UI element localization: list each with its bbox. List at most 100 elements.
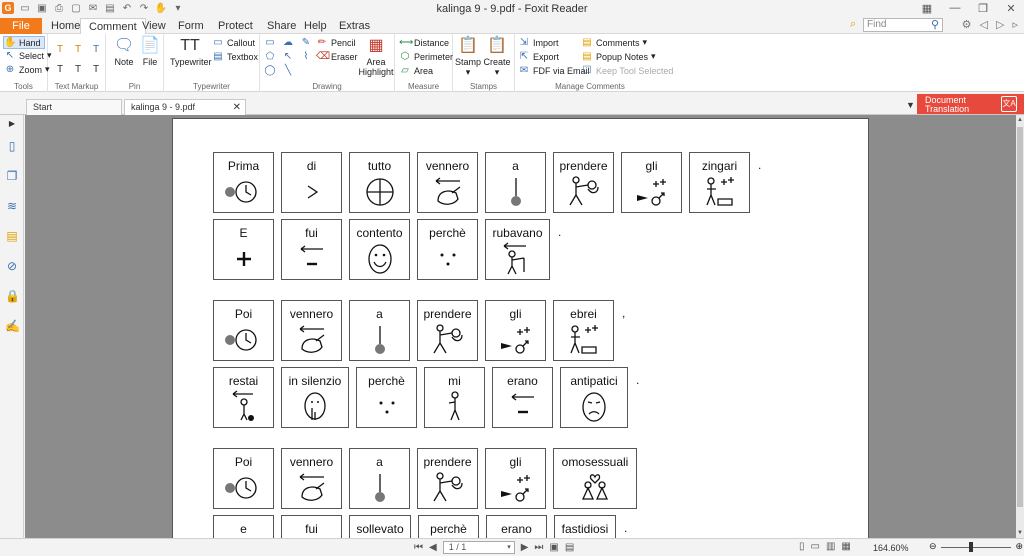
pages-icon[interactable]: ❐ (5, 169, 19, 183)
polyline-icon[interactable]: ⌇ (300, 51, 312, 62)
document-canvas[interactable]: Prima di tutto vennero a prendere gli zingari. E… (25, 115, 1016, 538)
tab-protect[interactable]: Protect (210, 18, 261, 34)
open-icon[interactable]: ▭ (19, 2, 31, 14)
strikeout-icon[interactable]: T (54, 64, 66, 75)
continuous-facing-icon[interactable]: ▦ (841, 541, 850, 552)
ribbon-toggle-icon[interactable]: ▦ (920, 2, 934, 15)
hand-tool-button[interactable]: ✋ Hand (3, 36, 45, 49)
export-button[interactable]: ⇱ Export (518, 51, 559, 62)
new-icon[interactable]: ▢ (70, 2, 82, 14)
zoom-slider-knob[interactable] (969, 542, 973, 552)
next-icon[interactable]: ▹ (1012, 18, 1018, 31)
tab-help[interactable]: Help (296, 18, 335, 34)
zoom-in-icon[interactable]: ⊕ (1015, 541, 1023, 552)
pencil-button[interactable]: ✏ Pencil (316, 37, 356, 48)
perimeter-button[interactable]: ⬡ Perimeter (399, 51, 453, 62)
print-icon[interactable]: ⎙ (53, 2, 65, 14)
zoom-out-icon[interactable]: ⊖ (929, 541, 937, 552)
replace-text-icon[interactable]: T (72, 64, 84, 75)
back-icon[interactable]: ◁ (980, 18, 988, 31)
first-page-icon[interactable]: ⏮ (414, 542, 423, 553)
eraser-button[interactable]: ⌫ Eraser (316, 51, 358, 62)
zoom-slider[interactable]: ⊖ ⊕ (929, 541, 1023, 554)
sad-face-symbol-icon (561, 390, 627, 423)
next-page-icon[interactable]: ▶ (521, 542, 529, 553)
squiggly-icon[interactable]: T (72, 44, 84, 55)
distance-button[interactable]: ⟷ Distance (399, 37, 449, 48)
restore-icon[interactable]: ❐ (976, 2, 990, 15)
document-translation-button[interactable]: Document Translation 文A (917, 94, 1024, 114)
select-tool-button[interactable]: ↖ Select ▾ (4, 50, 52, 61)
scroll-up-icon[interactable]: ▲ (1016, 117, 1024, 123)
zoom-level[interactable]: 164.60% (873, 543, 909, 553)
hand-tool-icon[interactable]: ✋ (155, 2, 167, 14)
settings-gear-icon[interactable]: ⚙ (962, 18, 972, 31)
foxit-app-icon[interactable]: G (2, 2, 14, 14)
search-icon[interactable]: ⚲ (931, 18, 939, 31)
last-page-icon[interactable]: ⏭ (534, 542, 543, 553)
redo-icon[interactable]: ↷ (138, 2, 150, 14)
zoom-tool-button[interactable]: ⊕ Zoom ▾ (4, 64, 50, 75)
line-icon[interactable]: ╲ (282, 65, 294, 76)
area-highlight-button[interactable]: ▦ Area Highlight (358, 36, 394, 77)
signature-icon[interactable]: ✍ (5, 319, 20, 333)
highlight-icon[interactable]: T (54, 44, 66, 55)
page-number-input[interactable]: 1 / 1 ▾ (442, 541, 515, 554)
comments-panel-icon[interactable]: ▤ (5, 229, 19, 243)
fdf-email-icon: ✉ (519, 65, 529, 76)
people-plus-symbol-icon (554, 323, 613, 356)
close-icon[interactable]: ✕ (1004, 2, 1018, 15)
stamp-button[interactable]: 📋 Stamp ▾ (453, 36, 483, 77)
tab-extras[interactable]: Extras (331, 18, 378, 34)
callout-button[interactable]: ▭ Callout (212, 37, 255, 48)
fit-width-icon[interactable]: ▤ (565, 542, 574, 553)
create-stamp-button[interactable]: 📋 Create ▾ (481, 36, 513, 77)
vertical-scrollbar[interactable]: ▲ ▼ (1016, 115, 1024, 538)
undo-icon[interactable]: ↶ (121, 2, 133, 14)
tab-document[interactable]: kalinga 9 - 9.pdf ✕ (124, 99, 246, 115)
fit-page-icon[interactable]: ▣ (549, 542, 558, 553)
scroll-down-icon[interactable]: ▼ (1016, 530, 1024, 536)
textbox-button[interactable]: ▤ Textbox (212, 51, 258, 62)
tab-form[interactable]: Form (170, 18, 212, 34)
rectangle-icon[interactable]: ▭ (264, 37, 276, 48)
arrow-icon[interactable]: ↖ (282, 51, 294, 62)
area-button[interactable]: ▱ Area (399, 65, 433, 76)
tab-start[interactable]: Start (26, 99, 122, 115)
single-page-icon[interactable]: ▯ (799, 541, 805, 552)
fdf-email-button[interactable]: ✉ FDF via Email (518, 65, 590, 76)
folder-search-icon[interactable]: ⌕ (850, 18, 856, 31)
file-menu[interactable]: File (0, 18, 42, 34)
cloud-icon[interactable]: ☁ (282, 37, 294, 48)
continuous-icon[interactable]: ▭ (811, 541, 820, 552)
file-attach-icon: 📄 (140, 37, 160, 54)
facing-icon[interactable]: ▥ (826, 541, 835, 552)
tab-view[interactable]: View (134, 18, 174, 34)
polygon-icon[interactable]: ⬠ (264, 51, 276, 62)
save-icon[interactable]: ▣ (36, 2, 48, 14)
underline-icon[interactable]: T (90, 44, 102, 55)
import-button[interactable]: ⇲ Import (518, 37, 559, 48)
keep-tool-selected-checkbox[interactable]: ☐ Keep Tool Selected (581, 65, 674, 76)
typewriter-button[interactable]: TT Typewriter (170, 36, 212, 67)
layers-icon[interactable]: ≋ (5, 199, 19, 213)
scan-icon[interactable]: ▤ (104, 2, 116, 14)
close-tab-icon[interactable]: ✕ (233, 100, 241, 115)
insert-text-icon[interactable]: T (90, 64, 102, 75)
security-lock-icon[interactable]: 🔒 (5, 289, 20, 303)
pen-icon[interactable]: ✎ (300, 37, 312, 48)
previous-page-icon[interactable]: ◀ (429, 542, 437, 553)
customize-dropdown-icon[interactable]: ▾ (172, 2, 184, 14)
minimize-icon[interactable]: — (948, 2, 962, 15)
tab-list-dropdown-icon[interactable]: ▼ (906, 100, 915, 110)
comments-dropdown[interactable]: ▤ Comments ▾ (581, 37, 647, 48)
expand-panel-icon[interactable]: ▶ (5, 117, 19, 131)
attachments-icon[interactable]: ⊘ (5, 259, 19, 273)
bookmarks-icon[interactable]: ▯ (5, 139, 19, 153)
email-icon[interactable]: ✉ (87, 2, 99, 14)
forward-icon[interactable]: ▷ (996, 18, 1004, 31)
scroll-thumb[interactable] (1017, 127, 1023, 507)
popup-notes-dropdown[interactable]: ▤ Popup Notes ▾ (581, 51, 655, 62)
oval-icon[interactable]: ◯ (264, 65, 276, 76)
file-attach-button[interactable]: 📄 File (132, 36, 168, 67)
